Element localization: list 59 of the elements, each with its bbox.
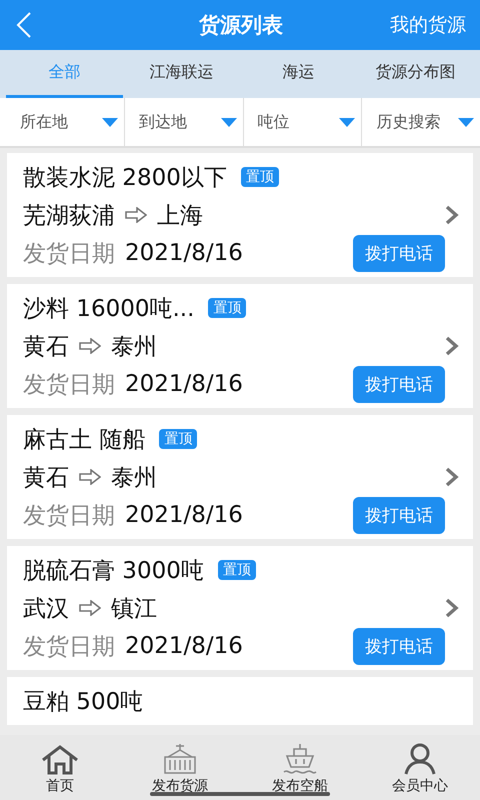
nav-label[interactable]: 会员中心 — [392, 777, 448, 795]
chevron-right-icon[interactable] — [445, 336, 459, 356]
pinned-tag: 置顶 — [159, 429, 198, 449]
ship-icon — [282, 743, 318, 775]
date-label: 发货日期 — [23, 502, 115, 530]
back-icon[interactable] — [16, 12, 32, 38]
filter-dropdown[interactable]: 吨位 — [242, 98, 362, 146]
tab[interactable]: 江海联运 — [123, 50, 240, 98]
cargo-card[interactable]: 麻古土 随船 置顶 黄石 泰州 发货日期 2021/8/16 拨打电话 — [7, 415, 473, 539]
person-icon — [403, 743, 437, 775]
date-label: 发货日期 — [23, 632, 115, 662]
dropdown-caret-icon — [220, 118, 236, 126]
destination: 泰州 — [111, 464, 157, 492]
chevron-right-icon[interactable] — [445, 467, 459, 487]
tab[interactable]: 货源分布图 — [357, 50, 474, 98]
cargo-title: 脱硫石膏 3000吨 — [23, 556, 204, 586]
cargo-card[interactable]: 沙料 16000吨... 置顶 黄石 泰州 发货日期 2021/8/16 拨打电话 — [7, 284, 473, 408]
tab[interactable]: 海运 — [240, 50, 357, 98]
origin: 黄石 — [23, 332, 69, 362]
origin: 武汉 — [23, 594, 69, 624]
nav-label[interactable]: 首页 — [46, 777, 74, 795]
house-icon — [40, 745, 80, 775]
date-label: 发货日期 — [23, 370, 115, 400]
page-title: 货源列表 — [198, 12, 284, 39]
dropdown-caret-icon — [102, 118, 118, 126]
cargo-card[interactable]: 豆粕 500吨 — [7, 677, 473, 725]
origin: 黄石 — [23, 464, 69, 492]
cargo-title: 麻古土 随船 — [23, 426, 146, 454]
dropdown-caret-icon — [339, 118, 356, 126]
pinned-tag: 置顶 — [208, 298, 246, 318]
pinned-tag: 置顶 — [240, 167, 279, 187]
date-label: 发货日期 — [23, 240, 115, 268]
filter-dropdown[interactable]: 所在地 — [0, 98, 124, 146]
destination: 镇江 — [111, 594, 157, 624]
arrow-icon — [125, 207, 147, 223]
ship-date: 2021/8/16 — [125, 502, 243, 528]
origin: 芜湖荻浦 — [23, 202, 115, 230]
chevron-right-icon[interactable] — [445, 598, 459, 618]
cargo-card[interactable]: 散装水泥 2800以下 置顶 芜湖荻浦 上海 发货日期 2021/8/16 拨打电话 — [7, 153, 473, 277]
ship-date: 2021/8/16 — [125, 240, 243, 266]
dropdown-caret-icon — [458, 118, 474, 126]
arrow-icon — [79, 338, 101, 354]
cargo-card[interactable]: 脱硫石膏 3000吨 置顶 武汉 镇江 发货日期 2021/8/16 拨打电话 — [7, 546, 473, 670]
destination: 泰州 — [111, 332, 157, 362]
ship-date: 2021/8/16 — [125, 371, 243, 397]
arrow-icon — [79, 600, 101, 616]
filter-dropdown[interactable]: 到达地 — [124, 98, 242, 146]
arrow-icon — [79, 469, 101, 485]
cargo-title: 豆粕 500吨 — [23, 688, 144, 716]
container-icon — [162, 743, 198, 775]
nav-label[interactable]: 发布空船 — [272, 777, 328, 795]
chevron-right-icon[interactable] — [445, 205, 459, 225]
cargo-title: 散装水泥 2800以下 — [23, 164, 227, 192]
ship-date: 2021/8/16 — [125, 633, 243, 659]
nav-label[interactable]: 发布货源 — [152, 777, 208, 795]
pinned-tag: 置顶 — [218, 560, 256, 580]
cargo-title: 沙料 16000吨... — [23, 294, 194, 324]
filter-dropdown[interactable]: 历史搜索 — [361, 98, 480, 146]
destination: 上海 — [157, 202, 203, 230]
